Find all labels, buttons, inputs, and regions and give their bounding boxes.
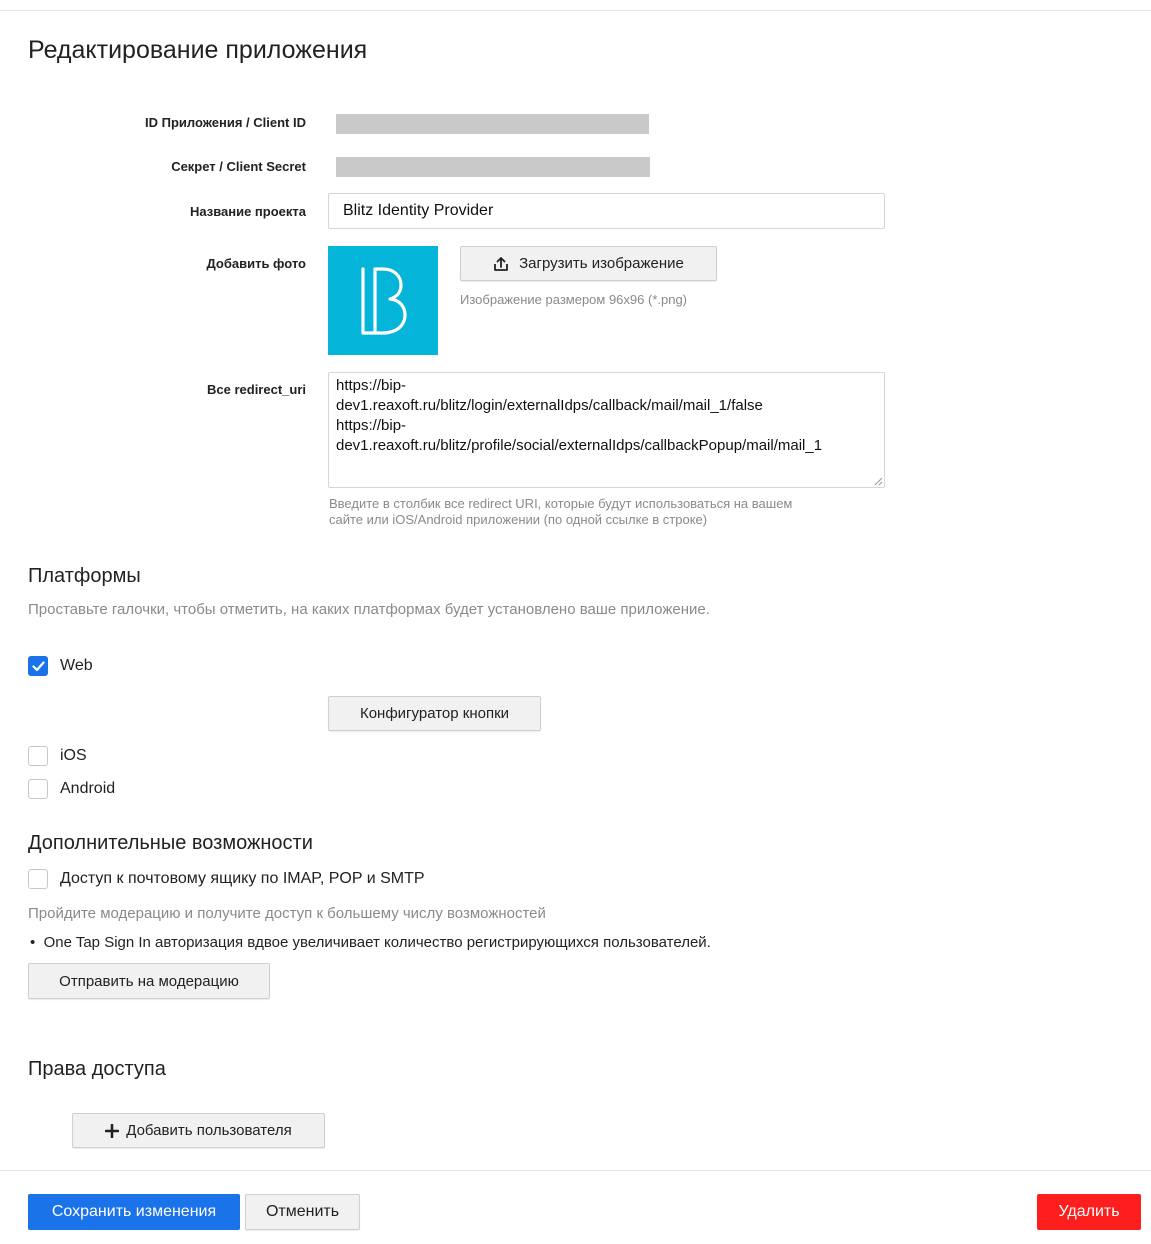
web-label: Web — [60, 657, 93, 674]
ios-checkbox[interactable] — [28, 746, 48, 766]
project-name-input[interactable] — [328, 193, 885, 229]
photo-label: Добавить фото — [206, 256, 306, 271]
cancel-button[interactable]: Отменить — [245, 1194, 360, 1230]
platform-web-option[interactable]: Web — [28, 656, 93, 676]
footer-divider — [0, 1170, 1151, 1171]
moderation-hint: Пройдите модерацию и получите доступ к б… — [28, 905, 546, 922]
top-divider — [0, 10, 1151, 11]
mail-access-option[interactable]: Доступ к почтовому ящику по IMAP, POP и … — [28, 869, 425, 889]
android-label: Android — [60, 780, 116, 797]
one-tap-bullet: • One Tap Sign In авторизация вдвое увел… — [30, 934, 711, 951]
bullet-icon: • — [30, 934, 44, 951]
blitz-logo-icon — [361, 266, 407, 335]
client-secret-label: Секрет / Client Secret — [171, 159, 306, 174]
send-to-moderation-button[interactable]: Отправить на модерацию — [28, 963, 270, 999]
extras-title: Дополнительные возможности — [28, 832, 313, 854]
client-id-value-masked — [336, 114, 649, 134]
checkmark-icon — [31, 660, 45, 671]
mail-access-label: Доступ к почтовому ящику по IMAP, POP и … — [60, 870, 425, 887]
android-checkbox[interactable] — [28, 779, 48, 799]
page-title: Редактирование приложения — [28, 36, 368, 64]
redirect-uri-label: Все redirect_uri — [207, 382, 306, 397]
client-secret-value-masked — [336, 157, 650, 177]
platforms-title: Платформы — [28, 565, 141, 587]
client-id-label: ID Приложения / Client ID — [144, 115, 306, 130]
button-configurator-button[interactable]: Конфигуратор кнопки — [328, 696, 541, 731]
add-user-label: Добавить пользователя — [126, 1122, 292, 1139]
redirect-hint-line1: Введите в столбик все redirect URI, кото… — [329, 496, 793, 511]
upload-hint: Изображение размером 96x96 (*.png) — [460, 292, 688, 307]
mail-access-checkbox[interactable] — [28, 869, 48, 889]
delete-button[interactable]: Удалить — [1037, 1194, 1141, 1230]
app-logo — [328, 246, 438, 355]
platform-ios-option[interactable]: iOS — [28, 746, 87, 766]
upload-image-button[interactable]: Загрузить изображение — [460, 246, 717, 281]
ios-label: iOS — [60, 747, 87, 764]
plus-icon — [105, 1123, 120, 1138]
save-changes-button[interactable]: Сохранить изменения — [28, 1194, 240, 1230]
resize-handle-icon[interactable] — [873, 476, 883, 486]
one-tap-bullet-text: One Tap Sign In авторизация вдвое увелич… — [43, 934, 711, 951]
upload-button-label: Загрузить изображение — [519, 255, 684, 272]
web-checkbox[interactable] — [28, 656, 48, 676]
platform-android-option[interactable]: Android — [28, 779, 115, 799]
project-name-label: Название проекта — [189, 204, 306, 219]
access-title: Права доступа — [28, 1058, 166, 1080]
add-user-button[interactable]: Добавить пользователя — [72, 1113, 325, 1148]
platforms-description: Проставьте галочки, чтобы отметить, на к… — [28, 601, 710, 618]
upload-icon — [493, 256, 509, 272]
redirect-uri-textarea[interactable]: https://bip- dev1.reaxoft.ru/blitz/login… — [328, 372, 885, 488]
redirect-hint-line2: сайте или iOS/Android приложении (по одн… — [329, 512, 708, 527]
